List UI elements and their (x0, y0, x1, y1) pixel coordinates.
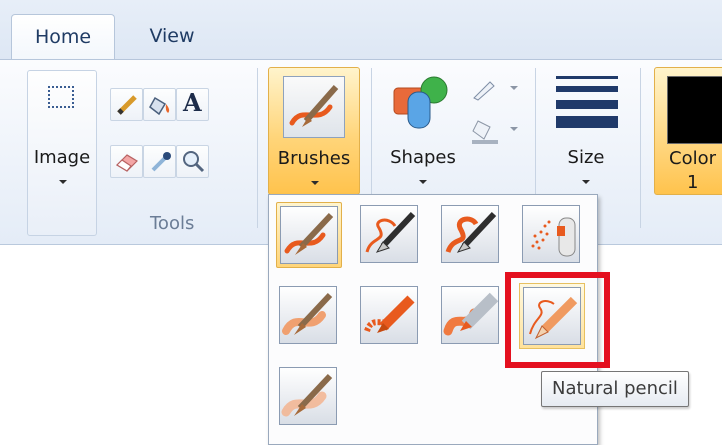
color-1-swatch (667, 76, 722, 144)
brush-option-crayon[interactable] (357, 283, 423, 349)
eraser-icon (116, 154, 138, 172)
outline-button[interactable] (470, 76, 520, 102)
line-size-icon (556, 76, 618, 128)
magnifier-tool[interactable] (176, 145, 209, 178)
chevron-down-icon (419, 180, 427, 184)
shapes-icon (393, 76, 448, 129)
color-picker-tool[interactable] (143, 145, 176, 178)
magnifier-icon (183, 151, 205, 173)
brush-icon (283, 76, 345, 138)
highlight-annotation-box (505, 272, 610, 368)
brush-icon (280, 206, 338, 264)
fill-tool[interactable] (143, 88, 176, 121)
eraser-tool[interactable] (110, 145, 143, 178)
brushes-label: Brushes (277, 148, 351, 169)
oil-brush-icon (279, 286, 337, 344)
image-button[interactable]: Image (27, 70, 97, 236)
calligraphy-brush-1-icon (360, 205, 418, 263)
select-rectangle-icon (48, 86, 74, 108)
outline-pencil-icon (473, 81, 518, 101)
eyedropper-icon (151, 152, 171, 172)
text-a-icon: A (183, 88, 202, 117)
image-label: Image (33, 147, 91, 168)
brush-option-marker[interactable] (438, 283, 504, 349)
color-1-button[interactable]: Color 1 (654, 67, 722, 195)
crayon-icon (360, 286, 418, 344)
brush-option-brush[interactable] (276, 202, 342, 268)
fill-bucket-icon (149, 96, 170, 116)
size-button[interactable]: Size (548, 72, 624, 197)
marker-icon (441, 286, 499, 344)
brush-option-watercolor[interactable] (276, 364, 342, 430)
chevron-down-icon (59, 180, 67, 184)
group-separator (257, 68, 258, 228)
tab-home[interactable]: Home (11, 14, 115, 60)
color-1-label: Color (669, 148, 716, 169)
pencil-icon (117, 95, 137, 115)
pencil-tool[interactable] (110, 88, 143, 121)
watercolor-brush-icon (279, 367, 337, 425)
tab-view[interactable]: View (120, 14, 224, 60)
shapes-button[interactable]: Shapes (382, 72, 464, 197)
brush-option-oil[interactable] (276, 283, 342, 349)
group-separator (640, 68, 641, 228)
tooltip: Natural pencil (541, 371, 689, 407)
fill-bucket-small-icon (472, 120, 518, 144)
airbrush-icon (522, 205, 580, 263)
brush-option-calligraphy-2[interactable] (438, 202, 504, 268)
size-label: Size (567, 147, 605, 168)
text-tool[interactable]: A (176, 88, 209, 121)
chevron-down-icon (311, 181, 319, 185)
calligraphy-brush-2-icon (441, 205, 499, 263)
brush-option-airbrush[interactable] (519, 202, 585, 268)
brushes-button[interactable]: Brushes (268, 67, 360, 195)
color-1-number: 1 (687, 172, 699, 193)
tools-group-label: Tools (150, 213, 195, 234)
ribbon-tab-bar: Home View (0, 0, 722, 60)
chevron-down-icon (582, 180, 590, 184)
fill-button[interactable] (470, 115, 520, 145)
brush-option-calligraphy-1[interactable] (357, 202, 423, 268)
shapes-label: Shapes (390, 147, 456, 168)
